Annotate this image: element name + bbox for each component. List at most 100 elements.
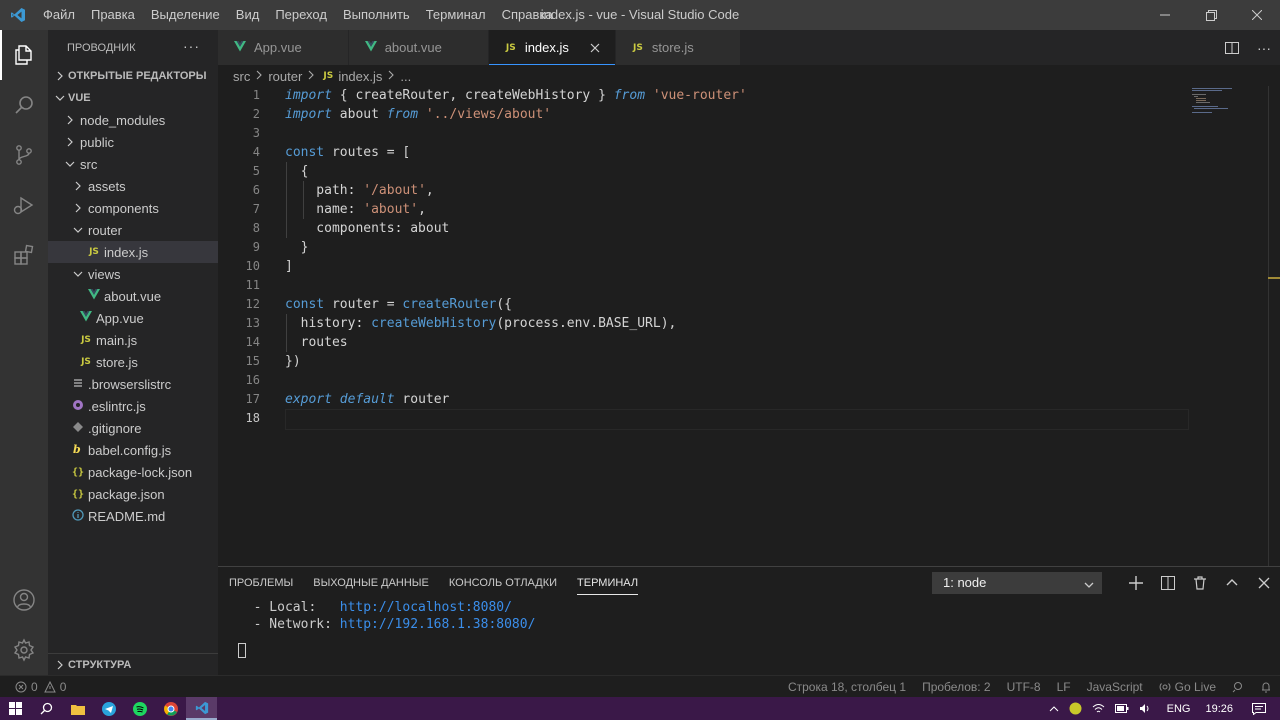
file-tree-item[interactable]: router — [48, 219, 218, 241]
extensions-icon[interactable] — [0, 230, 48, 280]
indentation[interactable]: Пробелов: 2 — [922, 680, 991, 694]
workspace-root-section[interactable]: VUE — [48, 87, 218, 109]
line-content: name: 'about', — [260, 200, 426, 219]
tab-index-js[interactable]: JS index.js — [488, 30, 616, 65]
chevron-up-icon[interactable] — [1049, 705, 1059, 713]
battery-icon[interactable] — [1114, 704, 1129, 713]
taskbar-search-icon[interactable] — [31, 697, 62, 720]
action-center-icon[interactable] — [1252, 702, 1266, 715]
file-tree-item[interactable]: JS index.js — [48, 241, 218, 263]
menu-item-3[interactable]: Вид — [228, 0, 268, 30]
close-icon[interactable] — [587, 40, 603, 56]
tab-App-vue[interactable]: App.vue — [218, 30, 349, 65]
file-tree-item[interactable]: assets — [48, 175, 218, 197]
spotify-icon[interactable] — [124, 697, 155, 720]
breadcrumb-item[interactable]: src — [233, 69, 250, 84]
volume-icon[interactable] — [1139, 703, 1152, 714]
menu-item-7[interactable]: Справка — [494, 0, 561, 30]
line-content — [260, 124, 285, 143]
network-icon[interactable] — [1092, 703, 1105, 714]
line-number: 9 — [252, 240, 260, 254]
go-live-button[interactable]: Go Live — [1159, 680, 1216, 694]
end-of-line[interactable]: LF — [1057, 680, 1071, 694]
more-actions-icon[interactable]: ··· — [1248, 30, 1280, 65]
panel-tab[interactable]: ТЕРМИНАЛ — [577, 567, 639, 599]
file-tree-item[interactable]: .gitignore — [48, 417, 218, 439]
terminal-output[interactable]: - Local: http://localhost:8080/ - Networ… — [218, 599, 1280, 662]
file-tree-label: about.vue — [104, 288, 162, 304]
panel-tab[interactable]: ПРОБЛЕМЫ — [229, 567, 293, 599]
close-window-button[interactable] — [1234, 0, 1280, 30]
file-tree-item[interactable]: .browserslistrc — [48, 373, 218, 395]
chevron-right-icon — [52, 657, 68, 673]
minimize-button[interactable] — [1142, 0, 1188, 30]
outline-section[interactable]: СТРУКТУРА — [48, 653, 218, 675]
trash-icon[interactable] — [1184, 567, 1216, 599]
keyboard-language[interactable]: ENG — [1167, 703, 1191, 715]
maximize-panel-icon[interactable] — [1216, 567, 1248, 599]
telegram-icon[interactable] — [93, 697, 124, 720]
breadcrumb-item[interactable]: ... — [400, 69, 411, 84]
line-content: }) — [260, 352, 301, 371]
windows-start-icon[interactable] — [0, 697, 31, 720]
search-icon[interactable] — [0, 80, 48, 130]
file-tree-item[interactable]: JS main.js — [48, 329, 218, 351]
terminal-select[interactable]: 1: node — [932, 572, 1102, 594]
file-tree-item[interactable]: App.vue — [48, 307, 218, 329]
cursor-position[interactable]: Строка 18, столбец 1 — [788, 680, 906, 694]
breadcrumb-item[interactable]: index.js — [338, 69, 382, 84]
close-panel-icon[interactable] — [1248, 567, 1280, 599]
split-terminal-icon[interactable] — [1152, 567, 1184, 599]
split-editor-icon[interactable] — [1216, 30, 1248, 65]
panel-tab[interactable]: ВЫХОДНЫЕ ДАННЫЕ — [313, 567, 429, 599]
file-tree-item[interactable]: b babel.config.js — [48, 439, 218, 461]
tab-about-vue[interactable]: about.vue — [348, 30, 489, 65]
source-control-icon[interactable] — [0, 130, 48, 180]
terminal-url-link[interactable]: http://192.168.1.38:8080/ — [340, 617, 536, 632]
vscode-taskbar-icon[interactable] — [186, 697, 217, 720]
file-explorer-icon[interactable] — [62, 697, 93, 720]
file-tree-item[interactable]: {} package-lock.json — [48, 461, 218, 483]
open-editors-section[interactable]: ОТКРЫТЫЕ РЕДАКТОРЫ — [48, 65, 218, 87]
menu-item-4[interactable]: Переход — [267, 0, 335, 30]
minimap[interactable] — [1188, 86, 1268, 116]
panel-tab[interactable]: КОНСОЛЬ ОТЛАДКИ — [449, 567, 557, 599]
file-tree-item[interactable]: README.md — [48, 505, 218, 527]
restore-button[interactable] — [1188, 0, 1234, 30]
terminal-line: - Local: http://localhost:8080/ — [238, 599, 1280, 616]
chrome-icon[interactable] — [155, 697, 186, 720]
problems-status[interactable]: 0 0 — [15, 680, 66, 694]
menu-item-2[interactable]: Выделение — [143, 0, 228, 30]
file-tree-item[interactable]: node_modules — [48, 109, 218, 131]
terminal-url-link[interactable]: http://localhost:8080/ — [340, 600, 512, 615]
file-tree-item[interactable]: JS store.js — [48, 351, 218, 373]
file-tree-item[interactable]: components — [48, 197, 218, 219]
explorer-icon[interactable] — [0, 30, 48, 80]
file-tree-item[interactable]: views — [48, 263, 218, 285]
new-terminal-icon[interactable] — [1120, 567, 1152, 599]
code-line: 9 } — [218, 238, 1268, 257]
menu-item-6[interactable]: Терминал — [418, 0, 494, 30]
encoding[interactable]: UTF-8 — [1007, 680, 1041, 694]
accounts-icon[interactable] — [0, 575, 48, 625]
settings-gear-icon[interactable] — [0, 625, 48, 675]
language-mode[interactable]: JavaScript — [1087, 680, 1143, 694]
file-tree-item[interactable]: {} package.json — [48, 483, 218, 505]
file-tree-item[interactable]: public — [48, 131, 218, 153]
file-tree-item[interactable]: about.vue — [48, 285, 218, 307]
notifications-bell-icon[interactable] — [1260, 681, 1272, 693]
run-debug-icon[interactable] — [0, 180, 48, 230]
file-tree-item[interactable]: .eslintrc.js — [48, 395, 218, 417]
clock[interactable]: 19:26 — [1205, 703, 1233, 715]
tray-app-icon[interactable] — [1069, 702, 1082, 715]
more-actions-icon[interactable]: ··· — [183, 38, 200, 54]
tab-store-js[interactable]: JS store.js — [615, 30, 741, 65]
breadcrumb-item[interactable]: router — [268, 69, 302, 84]
menu-item-1[interactable]: Правка — [83, 0, 143, 30]
feedback-icon[interactable] — [1232, 681, 1244, 693]
code-editor[interactable]: 1 import { createRouter, createWebHistory… — [218, 86, 1268, 566]
menu-item-5[interactable]: Выполнить — [335, 0, 418, 30]
file-tree-item[interactable]: src — [48, 153, 218, 175]
editor-scrollbar[interactable] — [1268, 86, 1280, 566]
menu-item-0[interactable]: Файл — [35, 0, 83, 30]
